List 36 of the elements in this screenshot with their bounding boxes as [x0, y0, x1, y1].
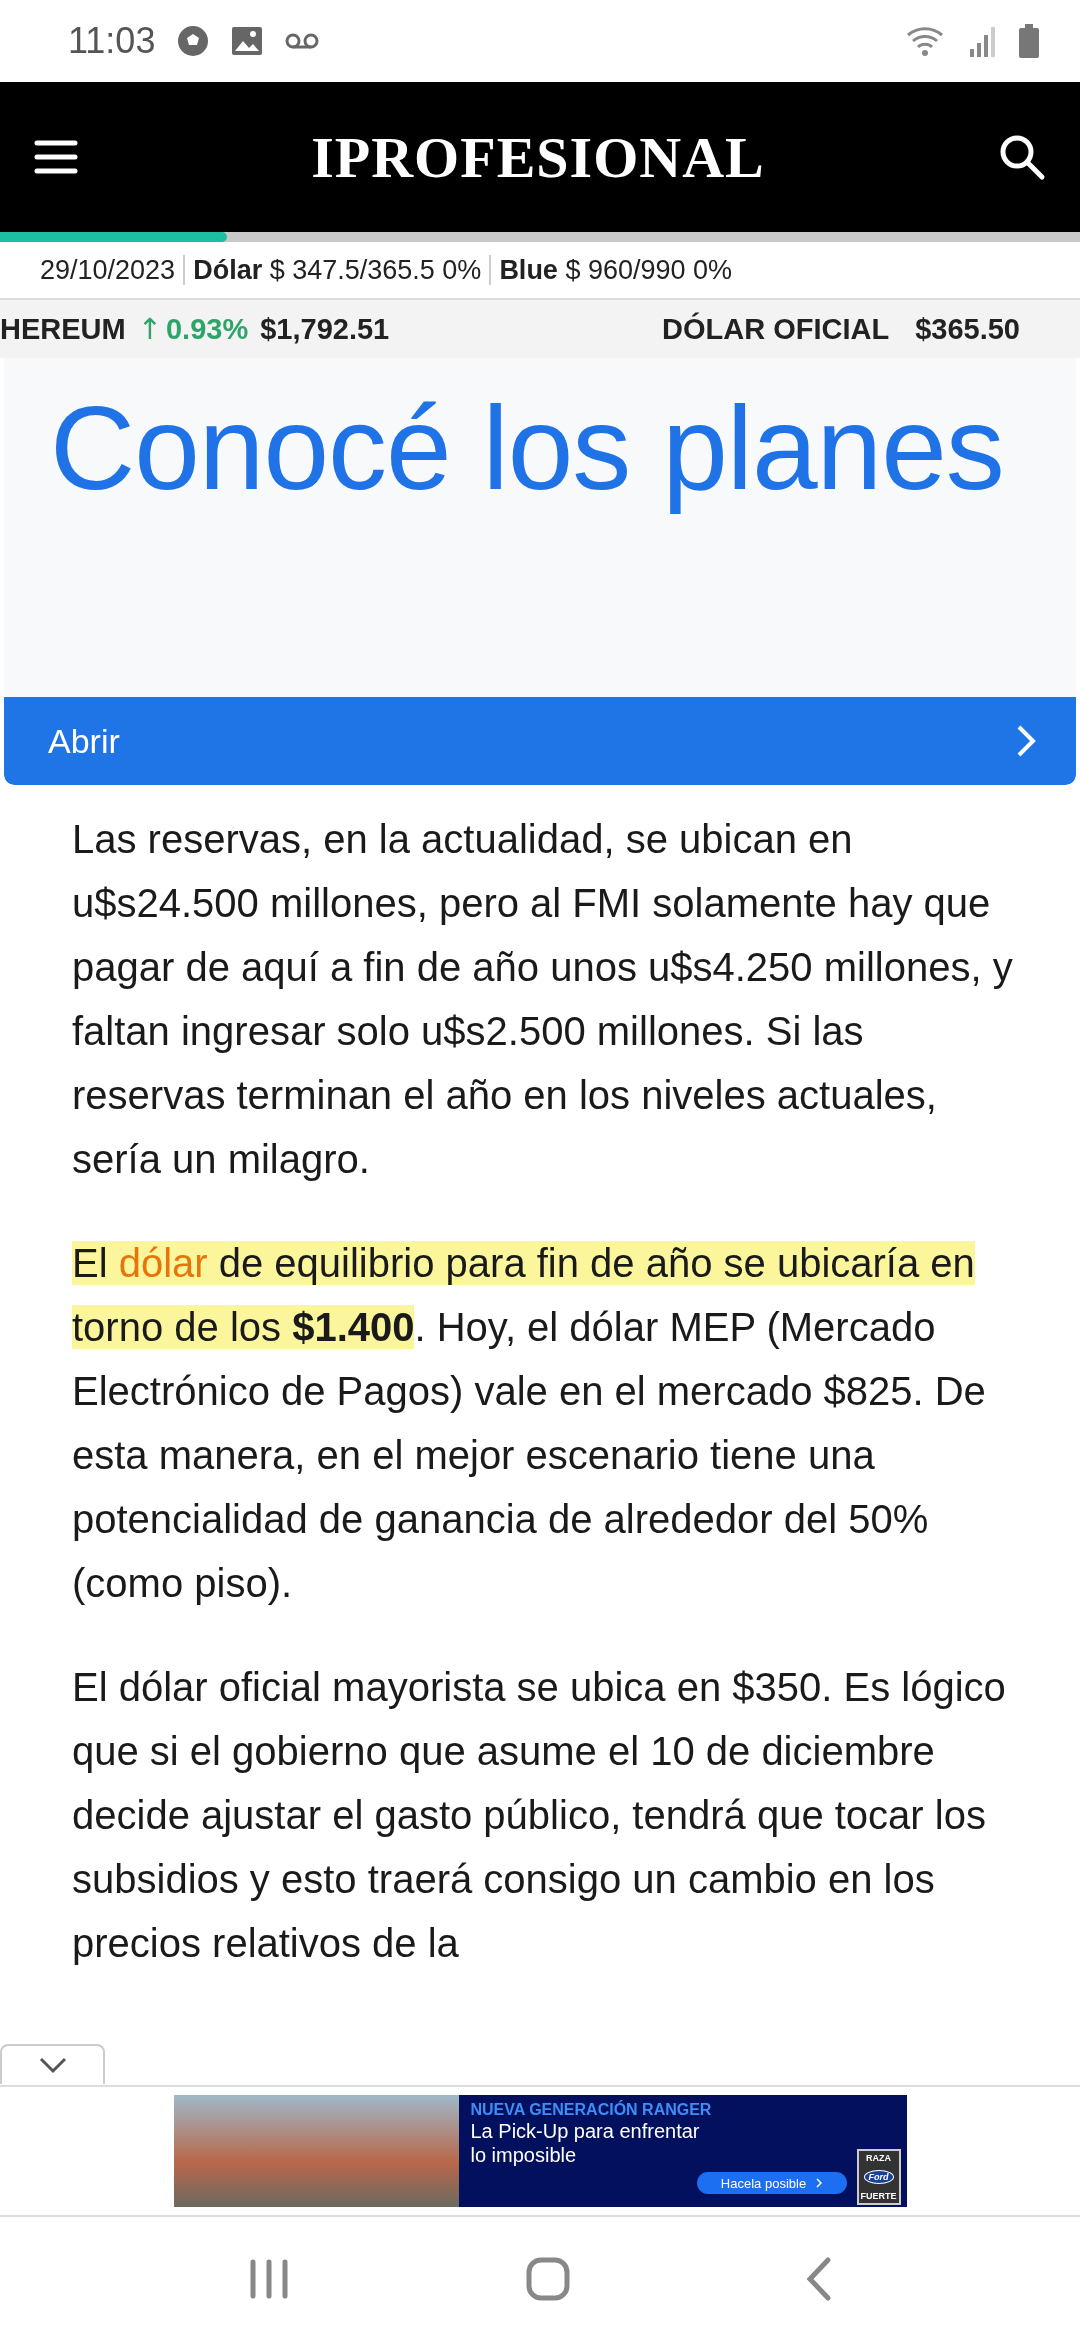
currency-quote: Blue $ 960/990 0% [498, 254, 734, 286]
quote-date: 29/10/2023 [39, 254, 177, 286]
home-icon[interactable] [526, 2256, 570, 2301]
back-icon[interactable] [806, 2256, 832, 2301]
search-icon[interactable] [998, 133, 1046, 181]
voicemail-icon [285, 33, 320, 49]
recent-apps-icon[interactable] [248, 2258, 290, 2299]
collapse-ad-button[interactable] [0, 2044, 105, 2084]
chevron-down-icon [37, 2056, 68, 2074]
chevron-right-icon [816, 2178, 823, 2188]
ticker-name: DÓLAR OFICIAL [662, 312, 890, 346]
promo-headline: Conocé los planes [49, 381, 1005, 516]
truck-ad-banner[interactable]: NUEVA GENERACIÓN RANGER La Pick-Up para enfrentar lo imposible Hacela posible RAZA Ford FUERTE [173, 2095, 907, 2207]
article-paragraph: El dólar de equilibrio para fin de año se ubicaría en torno de los $1.400. Hoy, el dólar MEP (Mercado Electrónico de Pagos) vale en el mercado $825. De esta manera, en el mejor escenario tiene una potencialidad de ganancia de alrededor del 50% (como piso). [72, 1240, 987, 1607]
battery-icon [1018, 24, 1040, 58]
ticker-price: $1,792.51 [260, 312, 390, 346]
ad-kicker: NUEVA GENERACIÓN RANGER [470, 2101, 712, 2119]
image-icon [231, 26, 264, 56]
article-paragraph: El dólar oficial mayorista se ubica en $350. Es lógico que si el gobierno que asume el 10 de diciembre decide ajustar el gasto público, tendrá que tocar los subsidios y esto traerá consigo un cambio en los precios relativos de la [72, 1664, 1007, 1967]
article-link[interactable]: dólar [118, 1241, 208, 1285]
soccer-ball-icon [177, 25, 210, 57]
ticker-name: HEREUM [0, 312, 126, 346]
ticker-change: ↑0.93% [137, 312, 249, 346]
ticker-price: $365.50 [915, 312, 1020, 346]
brand-badge: RAZA Ford FUERTE [856, 2149, 901, 2205]
ad-text: La Pick-Up para enfrentar [470, 2119, 700, 2143]
signal-icon [968, 25, 996, 57]
article-paragraph: Las reservas, en la actualidad, se ubican en u$s24.500 millones, pero al FMI solamente hay que pagar de aquí a fin de año unos u$s4.250 millones, y faltan ingresar solo u$s2.500 millones. Si las reservas terminan el año en los niveles actuales, sería un milagro. [72, 816, 1014, 1183]
status-time: 11:03 [68, 20, 156, 62]
currency-quote: Dólar $ 347.5/365.5 0% [192, 254, 483, 286]
ad-cta-button[interactable]: Hacela posible [696, 2172, 847, 2194]
menu-icon[interactable] [34, 139, 78, 175]
open-button[interactable]: Abrir [4, 697, 1076, 785]
chevron-right-icon [1016, 724, 1036, 758]
site-logo[interactable]: IPROFESIONAL [311, 123, 765, 191]
ad-text: lo imposible [470, 2143, 577, 2167]
